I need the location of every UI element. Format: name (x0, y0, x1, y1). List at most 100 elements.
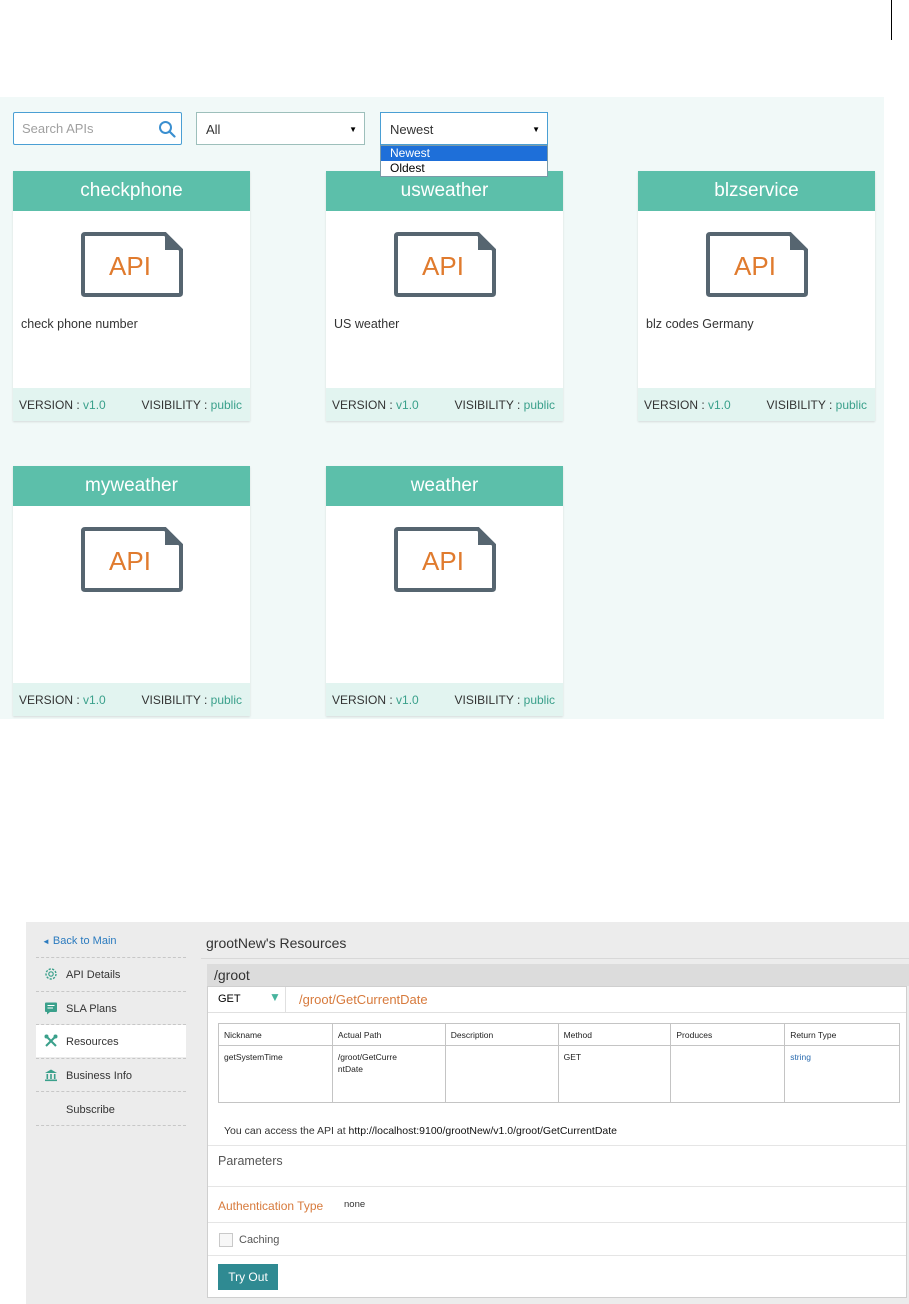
search-input[interactable] (14, 113, 152, 144)
caching-checkbox[interactable] (219, 1233, 233, 1247)
svg-text:API: API (109, 546, 151, 576)
sidebar-item-business-info[interactable]: Business Info (36, 1059, 186, 1091)
cell-description (444, 1045, 559, 1103)
gear-icon (45, 968, 57, 980)
page-title: grootNew's Resources (206, 935, 347, 951)
api-card[interactable]: myweather API VERSION : v1.0 VISIBILITY … (13, 466, 250, 716)
api-card-title[interactable]: usweather (326, 171, 563, 211)
api-card[interactable]: checkphone API check phone number VERSIO… (13, 171, 250, 421)
version-info: VERSION : v1.0 (332, 693, 419, 707)
sort-dropdown-list: Newest Oldest (380, 145, 548, 177)
parameters-heading[interactable]: Parameters (218, 1154, 283, 1168)
divider (208, 1186, 906, 1187)
sidebar-item-subscribe[interactable]: Subscribe (36, 1093, 186, 1125)
table-row: getSystemTime /groot/GetCurre ntDate GET … (218, 1045, 900, 1103)
api-card-title[interactable]: checkphone (13, 171, 250, 211)
visibility-info: VISIBILITY : public (454, 693, 556, 707)
divider (36, 1125, 186, 1126)
cell-method: GET (557, 1045, 672, 1103)
column-header: Method (557, 1023, 672, 1046)
caching-label: Caching (239, 1234, 280, 1246)
cell-nickname: getSystemTime (218, 1045, 333, 1103)
api-card-footer: VERSION : v1.0 VISIBILITY : public (326, 683, 563, 716)
version-info: VERSION : v1.0 (644, 398, 731, 412)
api-document-icon: API (394, 527, 496, 592)
filter-select[interactable]: All ▼ (196, 112, 365, 145)
version-info: VERSION : v1.0 (19, 398, 106, 412)
api-card-footer: VERSION : v1.0 VISIBILITY : public (326, 388, 563, 421)
search-field[interactable] (13, 112, 182, 145)
svg-text:API: API (422, 251, 464, 281)
api-catalog: All ▼ Newest ▼ Newest Oldest checkphone … (0, 97, 884, 719)
resources-main: grootNew's Resources /groot GET ▼ /groot… (201, 922, 909, 1304)
bank-icon (45, 1069, 57, 1082)
visibility-info: VISIBILITY : public (766, 398, 868, 412)
visibility-info: VISIBILITY : public (141, 398, 243, 412)
cell-produces (670, 1045, 786, 1103)
visibility-info: VISIBILITY : public (141, 693, 243, 707)
filter-select-value: All (206, 122, 221, 137)
divider (208, 1222, 906, 1223)
svg-text:API: API (734, 251, 776, 281)
version-info: VERSION : v1.0 (332, 398, 419, 412)
api-document-icon: API (394, 232, 496, 297)
api-card[interactable]: usweather API US weather VERSION : v1.0 … (326, 171, 563, 421)
divider (36, 1091, 186, 1092)
sidebar-item-api-details[interactable]: API Details (36, 958, 186, 990)
chevron-down-icon: ▼ (269, 990, 281, 1004)
api-card-title[interactable]: weather (326, 466, 563, 506)
svg-text:API: API (109, 251, 151, 281)
api-card-footer: VERSION : v1.0 VISIBILITY : public (13, 388, 250, 421)
authentication-type-label: Authentication Type (218, 1199, 324, 1213)
resource-group-name: /groot (214, 967, 250, 983)
api-document-icon: API (81, 232, 183, 297)
svg-text:API: API (422, 546, 464, 576)
back-arrow-icon: ◄ (42, 937, 50, 946)
divider (201, 958, 909, 959)
sort-option-newest[interactable]: Newest (381, 146, 547, 161)
sort-select-value: Newest (390, 122, 434, 137)
api-card-description: blz codes Germany (646, 317, 754, 331)
api-card-description: US weather (334, 317, 400, 331)
resource-details: GET ▼ /groot/GetCurrentDate Nickname Act… (207, 986, 907, 1298)
api-card-title[interactable]: blzservice (638, 171, 875, 211)
sort-select[interactable]: Newest ▼ (380, 112, 548, 145)
search-icon[interactable] (158, 120, 176, 138)
divider (208, 1255, 906, 1256)
resource-table: Nickname Actual Path Description Method … (218, 1023, 900, 1103)
sidebar-item-sla-plans[interactable]: SLA Plans (36, 992, 186, 1024)
try-out-button[interactable]: Try Out (218, 1264, 278, 1290)
api-resources-panel: ◄ Back to Main API Details SLA Plans Res… (26, 922, 909, 1304)
resource-group-header[interactable]: /groot (207, 964, 909, 986)
table-header-row: Nickname Actual Path Description Method … (218, 1023, 900, 1046)
method-row: GET ▼ /groot/GetCurrentDate (208, 987, 906, 1013)
api-card[interactable]: blzservice API blz codes Germany VERSION… (638, 171, 875, 421)
column-header: Actual Path (331, 1023, 446, 1046)
column-header: Description (444, 1023, 559, 1046)
api-card-title[interactable]: myweather (13, 466, 250, 506)
sort-option-oldest[interactable]: Oldest (381, 161, 547, 176)
cell-return-type-link[interactable]: string (784, 1045, 900, 1103)
api-card-description: check phone number (21, 317, 138, 331)
sidebar-item-resources[interactable]: Resources (36, 1025, 186, 1057)
method-select-value: GET (218, 993, 241, 1005)
api-card[interactable]: weather API VERSION : v1.0 VISIBILITY : … (326, 466, 563, 716)
divider (208, 1145, 906, 1146)
access-url: http://localhost:9100/grootNew/v1.0/groo… (348, 1125, 618, 1137)
resource-path: /groot/GetCurrentDate (299, 992, 428, 1007)
back-to-main-link[interactable]: ◄ Back to Main (42, 935, 117, 947)
method-select[interactable]: GET ▼ (208, 987, 286, 1012)
caret-down-icon: ▼ (532, 125, 540, 134)
authentication-type-value: none (344, 1199, 366, 1210)
api-document-icon: API (706, 232, 808, 297)
cell-actual-path: /groot/GetCurre ntDate (331, 1045, 446, 1103)
tools-icon (44, 1034, 58, 1047)
visibility-info: VISIBILITY : public (454, 398, 556, 412)
page-edge-rule (891, 0, 892, 40)
sla-icon (45, 1002, 57, 1015)
api-card-footer: VERSION : v1.0 VISIBILITY : public (638, 388, 875, 421)
version-info: VERSION : v1.0 (19, 693, 106, 707)
caret-down-icon: ▼ (349, 125, 357, 134)
column-header: Return Type (784, 1023, 900, 1046)
column-header: Nickname (218, 1023, 333, 1046)
